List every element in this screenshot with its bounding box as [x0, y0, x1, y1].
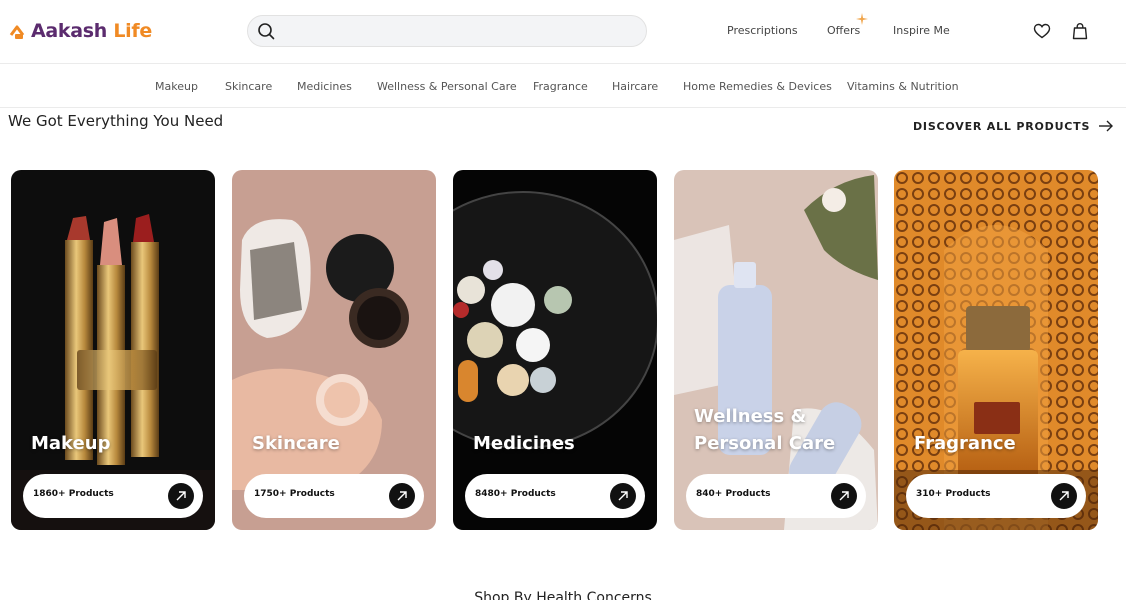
card-title: Fragrance — [914, 433, 1016, 454]
brand-name: Aakash Life — [31, 20, 152, 42]
category-card-wellness[interactable]: Wellness & Personal Care 840+ Products — [674, 170, 878, 530]
arrow-up-right-icon[interactable] — [831, 483, 857, 509]
category-vitamins[interactable]: Vitamins & Nutrition — [847, 80, 959, 93]
logo-mark-icon — [9, 25, 25, 39]
card-footer[interactable]: 1860+ Products — [23, 474, 203, 518]
search-icon[interactable] — [257, 22, 275, 40]
card-footer[interactable]: 840+ Products — [686, 474, 866, 518]
category-nav: Makeup Skincare Medicines Wellness & Per… — [0, 64, 1126, 108]
category-fragrance[interactable]: Fragrance — [533, 80, 588, 93]
sparkle-icon — [856, 13, 868, 25]
product-count: 840+ Products — [696, 489, 771, 499]
category-card-skincare[interactable]: Skincare 1750+ Products — [232, 170, 436, 530]
product-count: 1860+ Products — [33, 489, 114, 499]
brand-logo[interactable]: Aakash Life — [8, 19, 152, 43]
product-count: 310+ Products — [916, 489, 991, 499]
heart-icon[interactable] — [1033, 22, 1051, 40]
discover-all-label: DISCOVER ALL PRODUCTS — [913, 119, 1091, 133]
section-title: We Got Everything You Need — [8, 112, 224, 130]
health-concerns-heading: Shop By Health Concerns — [474, 590, 652, 600]
category-makeup[interactable]: Makeup — [155, 80, 198, 93]
arrow-up-right-icon[interactable] — [389, 483, 415, 509]
site-header: Aakash Life Prescriptions Offers Inspire… — [0, 0, 1126, 64]
search-bar[interactable] — [247, 15, 647, 47]
category-home-remedies[interactable]: Home Remedies & Devices — [683, 80, 832, 93]
card-footer[interactable]: 8480+ Products — [465, 474, 645, 518]
category-skincare[interactable]: Skincare — [225, 80, 272, 93]
arrow-up-right-icon[interactable] — [610, 483, 636, 509]
card-title: Medicines — [473, 433, 575, 454]
category-card-fragrance[interactable]: Fragrance 310+ Products — [894, 170, 1098, 530]
search-input[interactable] — [282, 18, 632, 44]
category-card-makeup[interactable]: Makeup 1860+ Products — [11, 170, 215, 530]
category-card-medicines[interactable]: Medicines 8480+ Products — [453, 170, 657, 530]
category-wellness[interactable]: Wellness & Personal Care — [377, 80, 517, 93]
arrow-up-right-icon[interactable] — [168, 483, 194, 509]
category-medicines[interactable]: Medicines — [297, 80, 352, 93]
card-title: Makeup — [31, 433, 111, 454]
card-footer[interactable]: 310+ Products — [906, 474, 1086, 518]
discover-all-link[interactable]: DISCOVER ALL PRODUCTS — [913, 119, 1114, 133]
category-haircare[interactable]: Haircare — [612, 80, 658, 93]
shopping-bag-icon[interactable] — [1071, 22, 1089, 40]
nav-link-prescriptions[interactable]: Prescriptions — [727, 24, 798, 37]
product-count: 8480+ Products — [475, 489, 556, 499]
nav-link-inspire-me[interactable]: Inspire Me — [893, 24, 950, 37]
nav-link-offers[interactable]: Offers — [827, 24, 860, 37]
product-count: 1750+ Products — [254, 489, 335, 499]
card-title: Wellness & Personal Care — [694, 406, 836, 454]
card-title: Skincare — [252, 433, 340, 454]
arrow-right-icon — [1099, 120, 1114, 132]
card-footer[interactable]: 1750+ Products — [244, 474, 424, 518]
arrow-up-right-icon[interactable] — [1051, 483, 1077, 509]
